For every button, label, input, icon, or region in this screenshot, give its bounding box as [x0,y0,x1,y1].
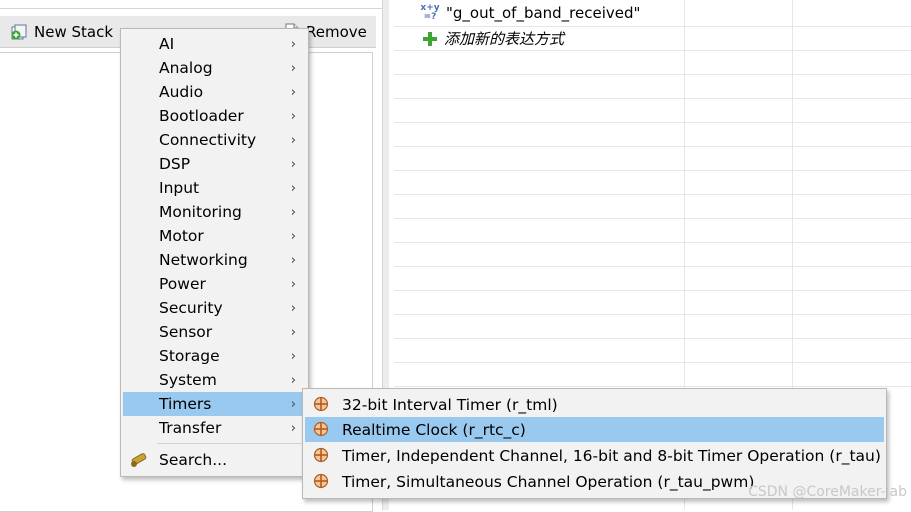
menu-item-label: Power [159,275,206,293]
menu-item-timers[interactable]: Timers › [123,392,306,416]
empty-row [394,98,911,123]
component-icon [313,473,329,489]
menu-separator [157,443,304,444]
new-stack-label: New Stack [34,22,114,41]
submenu-item-r-tau[interactable]: Timer, Independent Channel, 16-bit and 8… [305,443,884,468]
empty-row [394,218,911,243]
chevron-right-icon: › [290,36,296,52]
menu-item-dsp[interactable]: DSP › [123,152,306,176]
menu-item-label: Security [159,299,223,317]
menu-item-label: Input [159,179,200,197]
timers-submenu: 32-bit Interval Timer (r_tml) Realtime C… [302,388,887,499]
new-stack-button[interactable]: New Stack > [10,18,132,45]
expression-item[interactable]: x+y =? "g_out_of_band_received" [420,3,641,23]
menu-item-connectivity[interactable]: Connectivity › [123,128,306,152]
menu-item-ai[interactable]: AI › [123,32,306,56]
menu-item-sensor[interactable]: Sensor › [123,320,306,344]
remove-label: Remove [306,22,367,41]
search-icon [131,453,147,467]
chevron-right-icon: › [290,372,296,388]
menu-item-label: AI [159,35,175,53]
expression-text: "g_out_of_band_received" [446,4,641,22]
menu-item-label: Audio [159,83,204,101]
submenu-item-label: Realtime Clock (r_rtc_c) [342,420,526,439]
menu-item-networking[interactable]: Networking › [123,248,306,272]
submenu-item-r-rtc-c[interactable]: Realtime Clock (r_rtc_c) [305,417,884,442]
empty-row [394,122,911,147]
chevron-right-icon: › [290,396,296,412]
menu-item-analog[interactable]: Analog › [123,56,306,80]
submenu-item-label: Timer, Independent Channel, 16-bit and 8… [342,446,881,465]
empty-row [394,266,911,291]
menu-item-search[interactable]: Search... [123,448,306,472]
empty-row [394,290,911,315]
add-expression-label: 添加新的表达方式 [444,30,565,48]
add-expression-item[interactable]: 添加新的表达方式 [422,28,564,49]
submenu-item-label: Timer, Simultaneous Channel Operation (r… [342,472,755,491]
chevron-right-icon: › [290,276,296,292]
watermark: CSDN @CoreMaker-lab [748,484,907,500]
chevron-right-icon: › [290,60,296,76]
empty-row [394,362,911,387]
chevron-right-icon: › [290,228,296,244]
menu-item-label: DSP [159,155,191,173]
submenu-item-r-tml[interactable]: 32-bit Interval Timer (r_tml) [305,392,884,417]
empty-row [394,242,911,267]
menu-item-label: Search... [159,451,228,469]
submenu-item-label: 32-bit Interval Timer (r_tml) [342,395,558,414]
menu-item-system[interactable]: System › [123,368,306,392]
empty-row [394,50,911,75]
new-stack-icon [11,24,27,39]
menu-item-security[interactable]: Security › [123,296,306,320]
menu-item-label: Motor [159,227,204,245]
chevron-right-icon: › [290,84,296,100]
menu-item-label: Bootloader [159,107,244,125]
empty-row [394,314,911,339]
component-icon [313,396,329,412]
chevron-right-icon: › [290,180,296,196]
panel-top-border [0,0,386,9]
chevron-right-icon: › [290,348,296,364]
menu-item-label: Timers [159,395,212,413]
add-icon [423,31,437,46]
empty-row [394,146,911,171]
menu-item-label: System [159,371,217,389]
menu-item-transfer[interactable]: Transfer › [123,416,306,440]
menu-item-label: Storage [159,347,220,365]
component-icon [313,447,329,463]
menu-item-label: Monitoring [159,203,242,221]
new-stack-menu: AI › Analog › Audio › Bootloader › Conne… [120,28,309,477]
chevron-right-icon: › [290,132,296,148]
empty-row [394,74,911,99]
empty-row [394,194,911,219]
menu-item-label: Connectivity [159,131,257,149]
empty-row [394,170,911,195]
menu-item-input[interactable]: Input › [123,176,306,200]
chevron-right-icon: › [290,108,296,124]
menu-item-bootloader[interactable]: Bootloader › [123,104,306,128]
menu-item-power[interactable]: Power › [123,272,306,296]
chevron-right-icon: › [290,156,296,172]
menu-item-label: Networking [159,251,248,269]
menu-item-label: Sensor [159,323,213,341]
menu-item-label: Transfer [159,419,222,437]
menu-item-monitoring[interactable]: Monitoring › [123,200,306,224]
menu-item-audio[interactable]: Audio › [123,80,306,104]
menu-item-motor[interactable]: Motor › [123,224,306,248]
chevron-right-icon: › [290,324,296,340]
menu-item-label: Analog [159,59,213,77]
chevron-right-icon: › [290,204,296,220]
chevron-right-icon: › [290,252,296,268]
chevron-right-icon: › [290,300,296,316]
component-icon [313,421,329,437]
chevron-right-icon: › [290,420,296,436]
menu-item-storage[interactable]: Storage › [123,344,306,368]
expression-icon: x+y =? [420,3,440,22]
empty-row [394,338,911,363]
